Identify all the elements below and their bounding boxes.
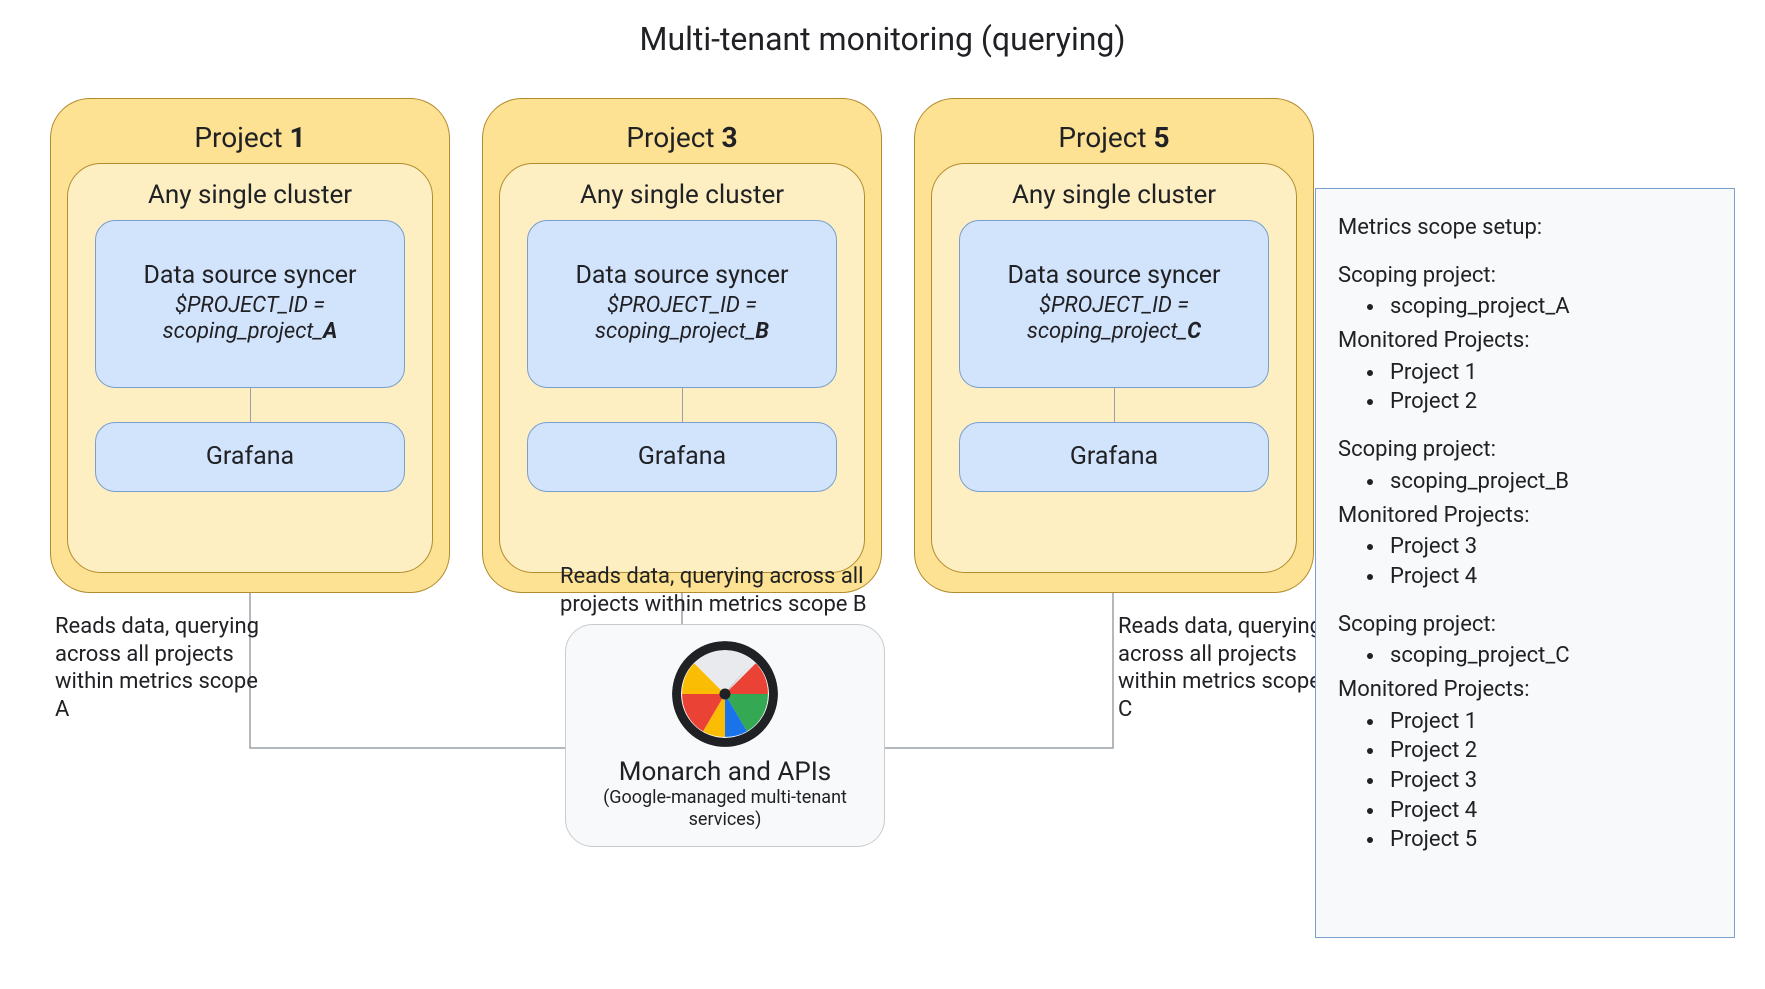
connector-internal — [250, 388, 251, 422]
cluster-label: Any single cluster — [580, 180, 784, 210]
list-item: Project 4 — [1386, 796, 1712, 826]
list-item: Project 4 — [1386, 562, 1712, 592]
list-item: Project 2 — [1386, 387, 1712, 417]
scoping-prefix: scoping_project_ — [163, 319, 323, 344]
monitored-projects-list: Project 1Project 2 — [1338, 358, 1712, 417]
project-id-var: $PROJECT_ID = — [175, 293, 325, 318]
scope-group: Scoping project:scoping_project_A Monitor… — [1338, 261, 1712, 417]
project-card-1: Project 1 Any single cluster Data source… — [50, 98, 450, 593]
read-label-a: Reads data, querying across all projects… — [55, 613, 260, 723]
project-id-var: $PROJECT_ID = — [1039, 293, 1189, 318]
project-title-prefix: Project — [194, 121, 289, 154]
data-source-syncer-5: Data source syncer $PROJECT_ID = scoping… — [959, 220, 1269, 388]
list-item: Project 1 — [1386, 707, 1712, 737]
ds-var-line: $PROJECT_ID = scoping_project_C — [970, 293, 1258, 346]
list-item: scoping_project_B — [1386, 467, 1712, 497]
grafana-box-3: Grafana — [527, 422, 837, 492]
scoping-project-list: scoping_project_B — [1338, 467, 1712, 497]
scoping-prefix: scoping_project_ — [1027, 319, 1187, 344]
ds-label: Data source syncer — [970, 262, 1258, 291]
ds-label: Data source syncer — [106, 262, 394, 291]
project-title-5: Project 5 — [931, 121, 1297, 155]
list-item: Project 2 — [1386, 736, 1712, 766]
project-card-5: Project 5 Any single cluster Data source… — [914, 98, 1314, 593]
scoping-project-list: scoping_project_A — [1338, 292, 1712, 322]
ds-label: Data source syncer — [538, 262, 826, 291]
cluster-label: Any single cluster — [1012, 180, 1216, 210]
read-label-c: Reads data, querying across all projects… — [1118, 613, 1323, 723]
monitored-projects-label: Monitored Projects: — [1338, 501, 1712, 531]
diagram-stage: Project 1 Any single cluster Data source… — [0, 68, 1765, 968]
list-item: Project 5 — [1386, 825, 1712, 855]
scoping-project-label: Scoping project: — [1338, 261, 1712, 291]
list-item: scoping_project_C — [1386, 641, 1712, 671]
list-item: Project 3 — [1386, 766, 1712, 796]
scoping-project-label: Scoping project: — [1338, 610, 1712, 640]
monarch-title: Monarch and APIs — [576, 757, 874, 787]
monitored-projects-label: Monitored Projects: — [1338, 675, 1712, 705]
connector-internal — [1114, 388, 1115, 422]
grafana-box-1: Grafana — [95, 422, 405, 492]
project-title-num: 1 — [290, 121, 306, 154]
metrics-scope-panel: Metrics scope setup: Scoping project:sco… — [1315, 188, 1735, 938]
list-item: Project 3 — [1386, 532, 1712, 562]
scope-group: Scoping project:scoping_project_C Monitor… — [1338, 610, 1712, 856]
cluster-box-3: Any single cluster Data source syncer $P… — [499, 163, 865, 573]
project-title-3: Project 3 — [499, 121, 865, 155]
scope-group: Scoping project:scoping_project_B Monitor… — [1338, 435, 1712, 591]
cluster-label: Any single cluster — [148, 180, 352, 210]
scoping-suffix: B — [755, 319, 769, 344]
monitored-projects-list: Project 1Project 2Project 3Project 4Proj… — [1338, 707, 1712, 855]
data-source-syncer-1: Data source syncer $PROJECT_ID = scoping… — [95, 220, 405, 388]
project-title-1: Project 1 — [67, 121, 433, 155]
data-source-syncer-3: Data source syncer $PROJECT_ID = scoping… — [527, 220, 837, 388]
monitored-projects-list: Project 3Project 4 — [1338, 532, 1712, 591]
project-title-num: 5 — [1154, 121, 1170, 154]
scoping-suffix: C — [1187, 319, 1201, 344]
project-id-var: $PROJECT_ID = — [607, 293, 757, 318]
list-item: scoping_project_A — [1386, 292, 1712, 322]
scope-heading: Metrics scope setup: — [1338, 213, 1712, 243]
read-label-b: Reads data, querying across all projects… — [560, 563, 930, 618]
connector-internal — [682, 388, 683, 422]
ds-var-line: $PROJECT_ID = scoping_project_A — [106, 293, 394, 346]
scoping-project-label: Scoping project: — [1338, 435, 1712, 465]
list-item: Project 1 — [1386, 358, 1712, 388]
monarch-subtitle: (Google-managed multi-tenant services) — [576, 787, 874, 830]
project-title-num: 3 — [722, 121, 738, 154]
cluster-box-1: Any single cluster Data source syncer $P… — [67, 163, 433, 573]
monitored-projects-label: Monitored Projects: — [1338, 326, 1712, 356]
project-title-prefix: Project — [1058, 121, 1153, 154]
cloud-monitoring-icon — [670, 639, 780, 749]
scoping-suffix: A — [323, 319, 337, 344]
cluster-box-5: Any single cluster Data source syncer $P… — [931, 163, 1297, 573]
project-card-3: Project 3 Any single cluster Data source… — [482, 98, 882, 593]
project-title-prefix: Project — [626, 121, 721, 154]
ds-var-line: $PROJECT_ID = scoping_project_B — [538, 293, 826, 346]
scoping-project-list: scoping_project_C — [1338, 641, 1712, 671]
page-title: Multi-tenant monitoring (querying) — [0, 0, 1765, 68]
monarch-box: Monarch and APIs (Google-managed multi-t… — [565, 624, 885, 847]
grafana-box-5: Grafana — [959, 422, 1269, 492]
scoping-prefix: scoping_project_ — [595, 319, 755, 344]
